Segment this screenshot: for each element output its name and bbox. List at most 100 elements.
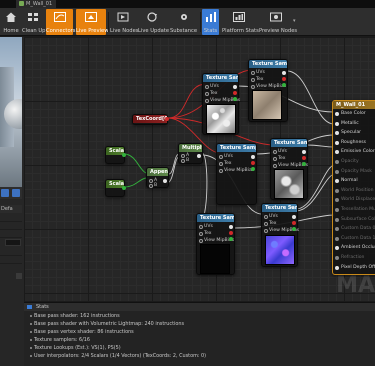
toolbar-overflow-icon[interactable]: ▾ [293,18,296,24]
material-input-pin[interactable] [335,140,339,145]
texture-sample-node-2[interactable]: Texture Sample ✕ UVs Tex View MipBias [248,59,288,122]
append-input-a[interactable] [149,179,153,183]
material-input-pin[interactable] [335,246,339,251]
scalar-node-1-output[interactable] [122,153,126,157]
tex4-r-output[interactable] [302,156,306,160]
scalar-node-1[interactable]: Scalar [105,146,126,164]
close-icon[interactable]: ✕ [290,205,294,211]
tex3-uvs-pin[interactable] [219,155,223,159]
tex4-g-output[interactable] [302,162,306,166]
material-editor-window: M_Wall_01 Home Clean Up Connectors Live … [0,0,375,366]
clean-up-button[interactable]: Clean Up [22,9,45,35]
tex2-g-output[interactable] [282,83,286,87]
append-node[interactable]: Append A B [146,167,169,188]
live-preview-button[interactable]: Live Preview [76,9,108,35]
scalar-node-2-output[interactable] [122,186,126,190]
material-input-pin[interactable] [335,198,339,203]
multiply-input-b[interactable] [181,159,185,163]
tex3-tex-pin[interactable] [219,162,223,166]
material-input-pin[interactable] [335,188,339,193]
material-input-pin[interactable] [335,256,339,260]
tex3-rgb-output[interactable] [251,155,255,159]
preview-viewport[interactable] [0,37,22,199]
material-input-label: Base Color [341,111,366,116]
tex3-mipbias-pin[interactable] [219,169,223,173]
texcoord-node[interactable]: TexCoord[0] [132,114,169,125]
material-input-pin[interactable] [335,150,339,155]
tex1-g-output[interactable] [233,97,237,101]
stats-header[interactable]: Stats [24,303,375,311]
live-update-button[interactable]: Live Update [138,9,169,35]
details-header[interactable]: Defa [0,205,22,213]
details-field[interactable] [5,239,21,246]
append-output[interactable] [163,179,167,183]
tex1-r-output[interactable] [233,91,237,95]
viewport-right-button[interactable] [12,189,20,197]
tex5-g-output[interactable] [229,237,233,241]
texture-sample-3-title: Texture Sample [217,144,256,152]
tex2-tex-pin[interactable] [251,78,255,82]
tex6-mipbias-pin[interactable] [264,229,268,233]
tex5-mipbias-pin[interactable] [199,239,203,243]
platform-stats-button[interactable]: Platform Stats [222,9,259,35]
live-nodes-button[interactable]: Live Nodes [110,9,138,35]
texture-sample-node-4[interactable]: Texture Sample UVs Tex View MipBias [270,138,308,200]
tex3-g-output[interactable] [251,167,255,171]
material-graph[interactable]: MA TexCoord[0] Scala Scala Appen A B Mul… [24,37,375,301]
material-input-pin[interactable] [335,227,339,232]
preview-nodes-button[interactable]: Preview Nodes [259,9,297,35]
tex5-uvs-pin[interactable] [199,225,203,229]
texture-sample-node-3[interactable]: Texture Sample UVs Tex View MipBias [216,143,257,205]
tex2-r-output[interactable] [282,77,286,81]
texture-sample-node-6[interactable]: Texture Sample ✕ UVs Tex View MipBias [261,203,299,267]
tex4-uvs-pin[interactable] [273,150,277,154]
tex1-uvs-pin[interactable] [205,85,209,89]
stats-button[interactable]: Stats [202,9,219,35]
append-input-b[interactable] [149,184,153,188]
tex6-r-output[interactable] [292,221,296,225]
material-input-pin[interactable] [335,179,339,184]
close-icon[interactable]: ✕ [280,61,284,67]
connectors-button[interactable]: Connectors [46,9,75,35]
material-input-pin[interactable] [335,208,339,212]
tex5-tex-pin[interactable] [199,232,203,236]
tex3-r-output[interactable] [251,161,255,165]
material-input-pin[interactable] [335,236,339,241]
details-dropdown[interactable] [16,273,22,279]
tex4-rgb-output[interactable] [302,150,306,154]
viewport-left-button[interactable] [1,189,9,197]
texture-sample-node-1[interactable]: Texture Sample UVs Tex View MipBias [202,73,240,135]
tex1-tex-pin[interactable] [205,92,209,96]
material-input-pin[interactable] [335,121,339,126]
tex1-mipbias-pin[interactable] [205,99,209,103]
tex2-uvs-pin[interactable] [251,71,255,75]
material-input-pin[interactable] [335,265,339,270]
tex5-rgb-output[interactable] [229,225,233,229]
tex1-rgb-output[interactable] [233,85,237,89]
tex2-mipbias-pin[interactable] [251,85,255,89]
material-output-node[interactable]: M_Wall_01 Base Color Metallic Specular Roug… [332,100,375,275]
tex4-mipbias-pin[interactable] [273,164,277,168]
texcoord-output-pin[interactable] [165,117,169,121]
material-input-pin[interactable] [335,217,339,222]
texture-sample-node-5[interactable]: Texture Sample UVs Tex View MipBias [196,213,235,275]
multiply-output[interactable] [197,154,201,158]
home-button[interactable]: Home [1,9,21,35]
tex5-r-output[interactable] [229,231,233,235]
tex2-rgb-output[interactable] [282,71,286,75]
multiply-node[interactable]: Multiply A B [178,143,203,164]
tex6-g-output[interactable] [292,227,296,231]
tex6-uvs-pin[interactable] [264,215,268,219]
scalar-node-2[interactable]: Scalar [105,179,126,197]
tex4-uvs-label: UVs [278,149,287,154]
multiply-input-a[interactable] [181,154,185,158]
material-input-pin[interactable] [335,169,339,174]
material-input-pin[interactable] [335,112,339,116]
editor-tab[interactable]: M_Wall_01 [16,0,56,8]
tex6-tex-pin[interactable] [264,222,268,226]
material-input-pin[interactable] [335,160,339,164]
substance-button[interactable]: Substance [169,9,198,35]
material-input-pin[interactable] [335,131,339,136]
tex6-rgb-output[interactable] [292,215,296,219]
tex4-tex-pin[interactable] [273,157,277,161]
